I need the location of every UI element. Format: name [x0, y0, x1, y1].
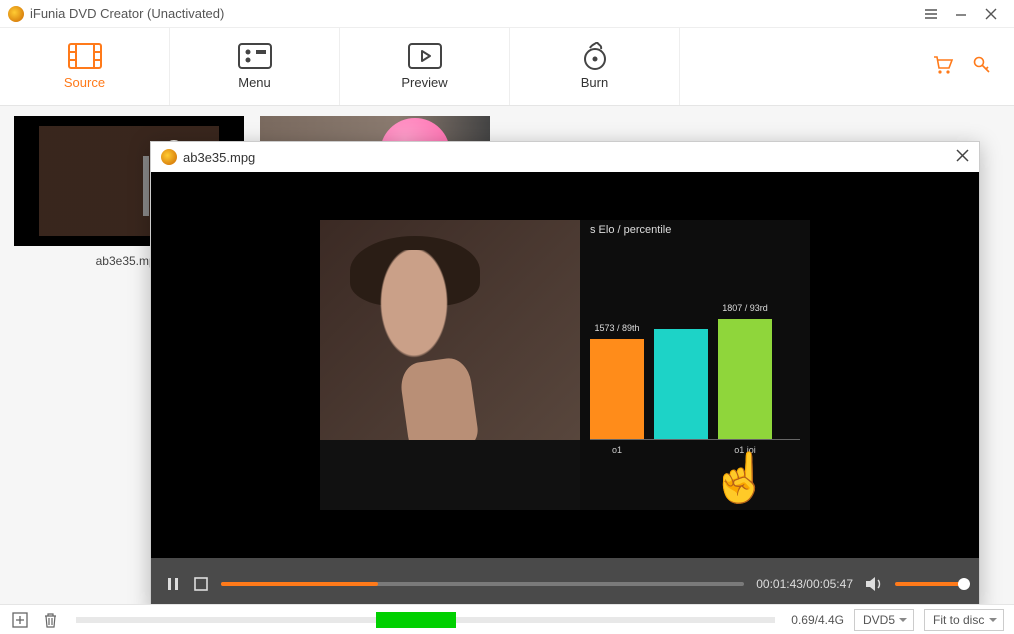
key-activate-button[interactable]	[972, 55, 992, 78]
delete-button[interactable]	[40, 610, 60, 630]
play-preview-icon	[408, 43, 442, 69]
tab-source[interactable]: Source	[0, 28, 170, 105]
tab-menu-label: Menu	[238, 75, 271, 90]
disc-type-value: DVD5	[863, 613, 895, 627]
burn-disc-icon	[578, 43, 612, 69]
app-logo-icon	[8, 6, 24, 22]
seek-bar[interactable]	[221, 582, 744, 586]
volume-icon[interactable]	[865, 576, 883, 592]
workspace: ab3e35.mpg ab3e35.mpg s Elo / percentile	[0, 106, 1014, 604]
cart-button[interactable]	[932, 55, 954, 78]
time-display: 00:01:43/00:05:47	[756, 577, 853, 591]
film-icon	[68, 43, 102, 69]
preview-titlebar[interactable]: ab3e35.mpg	[151, 142, 979, 172]
status-bar: 0.69/4.4G DVD5 Fit to disc	[0, 604, 1014, 634]
minimize-button[interactable]	[946, 7, 976, 21]
stop-button[interactable]	[193, 576, 209, 592]
tab-preview[interactable]: Preview	[340, 28, 510, 105]
main-toolbar: Source Menu Preview Burn	[0, 28, 1014, 106]
add-file-button[interactable]	[10, 610, 30, 630]
video-canvas: s Elo / percentile 1573 / 89tho11807 / 9…	[151, 172, 979, 558]
fit-mode-value: Fit to disc	[933, 613, 984, 627]
preview-window: ab3e35.mpg s Elo / percentile 1573 / 89t…	[150, 141, 980, 611]
window-titlebar: iFunia DVD Creator (Unactivated)	[0, 0, 1014, 28]
fit-mode-select[interactable]: Fit to disc	[924, 609, 1004, 631]
pointing-hand-icon: ☝️	[710, 449, 770, 506]
hamburger-menu-button[interactable]	[916, 7, 946, 21]
app-logo-icon	[161, 149, 177, 165]
close-button[interactable]	[976, 7, 1006, 21]
pause-button[interactable]	[165, 576, 181, 592]
video-frame-left	[320, 220, 580, 510]
window-title: iFunia DVD Creator (Unactivated)	[30, 6, 224, 21]
disc-usage-text: 0.69/4.4G	[791, 613, 844, 627]
tab-burn-label: Burn	[581, 75, 608, 90]
disc-usage-bar	[76, 617, 775, 623]
tab-burn[interactable]: Burn	[510, 28, 680, 105]
video-frame-chart: s Elo / percentile 1573 / 89tho11807 / 9…	[580, 220, 810, 510]
menu-template-icon	[238, 43, 272, 69]
tab-menu[interactable]: Menu	[170, 28, 340, 105]
chart-title: s Elo / percentile	[590, 224, 671, 236]
disc-type-select[interactable]: DVD5	[854, 609, 914, 631]
volume-slider[interactable]	[895, 582, 965, 586]
preview-title: ab3e35.mpg	[183, 150, 956, 165]
player-controls: 00:01:43/00:05:47	[151, 558, 979, 610]
preview-close-button[interactable]	[956, 149, 969, 165]
tab-preview-label: Preview	[401, 75, 447, 90]
tab-source-label: Source	[64, 75, 105, 90]
